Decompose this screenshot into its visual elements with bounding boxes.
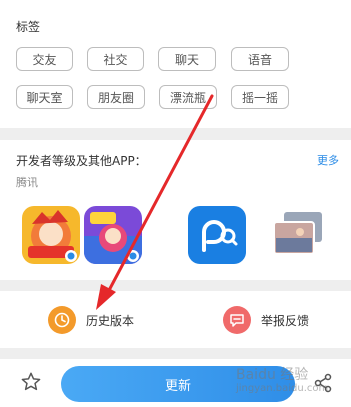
annotation-arrow xyxy=(96,94,214,310)
